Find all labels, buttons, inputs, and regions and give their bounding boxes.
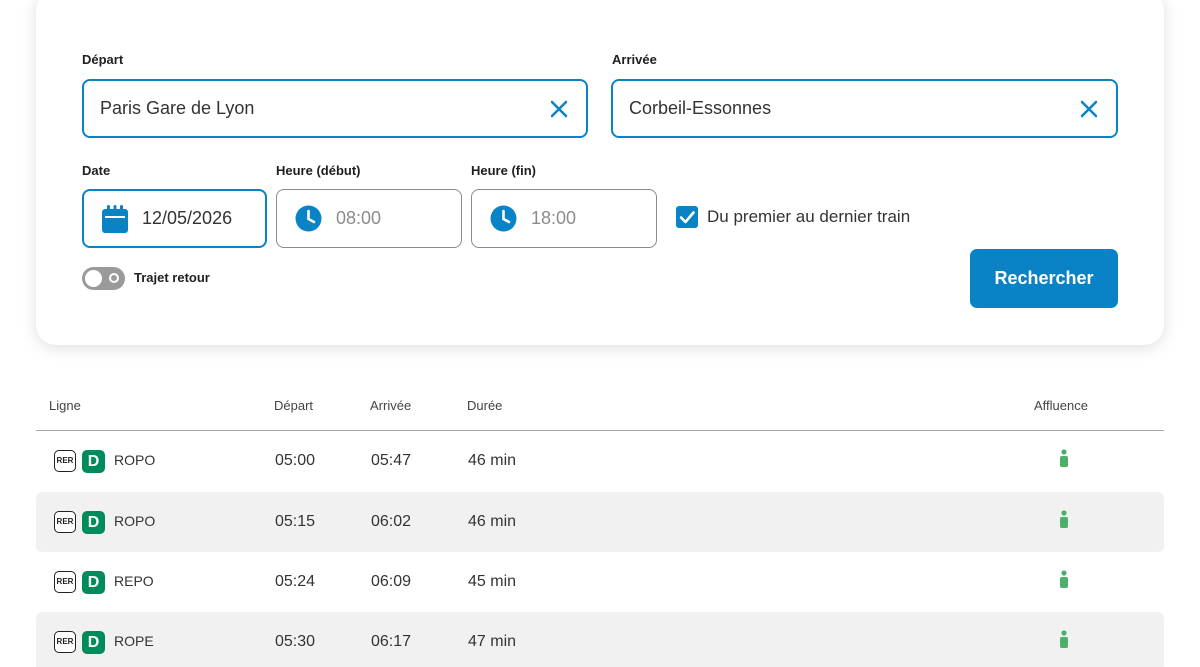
clear-depart-icon[interactable] — [548, 98, 570, 120]
col-header-affluence: Affluence — [1034, 398, 1088, 413]
rer-logo-icon: RER — [54, 631, 76, 653]
clock-icon — [490, 205, 517, 232]
depart-input-value: Paris Gare de Lyon — [100, 98, 255, 118]
arrivee-label: Arrivée — [612, 52, 657, 67]
rer-logo-icon: RER — [54, 450, 76, 472]
person-icon — [1060, 449, 1068, 467]
date-input[interactable]: 12/05/2026 — [82, 189, 267, 248]
mission-code: ROPO — [114, 513, 156, 529]
arrivee-input[interactable]: Corbeil-Essonnes — [611, 79, 1118, 138]
mission-code: REPO — [114, 573, 154, 589]
heure-debut-input[interactable]: 08:00 — [276, 189, 462, 248]
arrivee-input-value: Corbeil-Essonnes — [629, 98, 772, 118]
trajet-retour-toggle[interactable] — [82, 267, 125, 290]
duree: 45 min — [468, 573, 517, 590]
heure-debut-label: Heure (début) — [276, 163, 361, 178]
col-header-duree: Durée — [467, 398, 503, 413]
person-icon — [1060, 510, 1068, 528]
depart-time: 05:15 — [275, 513, 316, 530]
date-input-value: 12/05/2026 — [142, 208, 233, 228]
depart-time: 05:30 — [275, 633, 316, 650]
arrivee-time: 06:09 — [371, 573, 412, 590]
mission-code: ROPE — [114, 633, 154, 649]
line-d-icon: D — [82, 631, 105, 654]
rer-logo-icon: RER — [54, 571, 76, 593]
table-row[interactable]: RER D ROPO 05:15 06:02 46 min — [36, 492, 1164, 552]
heure-debut-placeholder: 08:00 — [336, 208, 382, 228]
line-d-icon: D — [82, 511, 105, 534]
depart-time: 05:24 — [275, 573, 316, 590]
col-header-ligne: Ligne — [49, 398, 81, 413]
person-icon — [1060, 630, 1068, 648]
col-header-arrivee: Arrivée — [370, 398, 412, 413]
arrivee-time: 06:02 — [371, 513, 412, 530]
heure-fin-input[interactable]: 18:00 — [471, 189, 657, 248]
toggle-knob — [85, 270, 102, 287]
depart-input[interactable]: Paris Gare de Lyon — [82, 79, 588, 138]
arrivee-time: 05:47 — [371, 452, 412, 469]
trajet-retour-label: Trajet retour — [134, 270, 210, 285]
table-row[interactable]: RER D ROPE 05:30 06:17 47 min — [36, 612, 1164, 667]
line-d-icon: D — [82, 571, 105, 594]
premier-dernier-label: Du premier au dernier train — [707, 207, 911, 226]
calendar-icon — [101, 204, 129, 234]
duree: 46 min — [468, 452, 517, 469]
checkmark-icon — [679, 211, 695, 224]
clock-icon — [295, 205, 322, 232]
person-icon — [1060, 570, 1068, 588]
premier-dernier-checkbox[interactable] — [676, 206, 698, 228]
depart-time: 05:00 — [275, 452, 316, 469]
table-row[interactable]: RER D ROPO 05:00 05:47 46 min — [36, 431, 1164, 491]
search-button[interactable]: Rechercher — [970, 249, 1118, 308]
duree: 47 min — [468, 633, 517, 650]
heure-fin-placeholder: 18:00 — [531, 208, 577, 228]
clear-arrivee-icon[interactable] — [1078, 98, 1100, 120]
duree: 46 min — [468, 513, 517, 530]
col-header-depart: Départ — [274, 398, 314, 413]
date-label: Date — [82, 163, 111, 178]
results-table-header: Ligne Départ Arrivée Durée Affluence — [36, 390, 1164, 431]
mission-code: ROPO — [114, 452, 156, 468]
heure-fin-label: Heure (fin) — [471, 163, 536, 178]
rer-logo-icon: RER — [54, 511, 76, 533]
toggle-off-icon — [109, 273, 119, 283]
table-row[interactable]: RER D REPO 05:24 06:09 45 min — [36, 552, 1164, 612]
line-d-icon: D — [82, 450, 105, 473]
depart-label: Départ — [82, 52, 124, 67]
arrivee-time: 06:17 — [371, 633, 412, 650]
